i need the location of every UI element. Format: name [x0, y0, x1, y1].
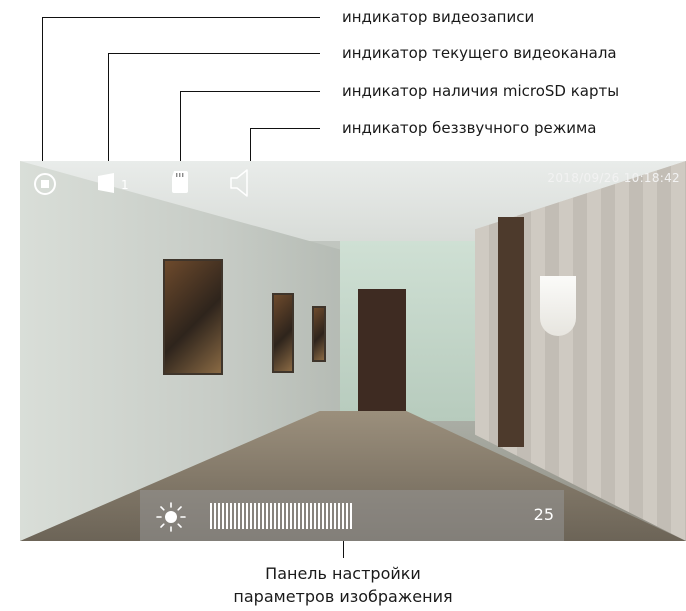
- annotation-channel: индикатор текущего видеоканала: [342, 44, 617, 62]
- level-tick: [310, 503, 312, 529]
- panel-caption-line1: Панель настройки: [265, 564, 421, 583]
- brightness-value: 25: [533, 505, 554, 524]
- status-overlay: 1 2018/09/26 10:18:42 25: [20, 161, 686, 541]
- video-screen: 1 2018/09/26 10:18:42 25: [20, 161, 686, 541]
- level-tick: [262, 503, 264, 529]
- level-tick: [222, 503, 224, 529]
- level-tick: [342, 503, 344, 529]
- level-tick: [254, 503, 256, 529]
- mute-speaker-icon: [230, 169, 248, 197]
- level-tick: [306, 503, 308, 529]
- leader-line-channel-v: [108, 53, 109, 174]
- datetime-stamp: 2018/09/26 10:18:42: [547, 171, 680, 185]
- brightness-sun-icon: [156, 502, 186, 532]
- annotation-sd: индикатор наличия microSD карты: [342, 82, 620, 100]
- image-settings-panel[interactable]: 25: [140, 490, 564, 541]
- annotation-recording: индикатор видеозаписи: [342, 8, 535, 26]
- level-tick: [210, 503, 212, 529]
- leader-line-rec-v: [42, 17, 43, 174]
- level-tick: [330, 503, 332, 529]
- leader-line-panel: [343, 541, 344, 558]
- level-tick: [246, 503, 248, 529]
- door-channel-icon: [98, 173, 114, 193]
- level-tick: [286, 503, 288, 529]
- level-tick: [302, 503, 304, 529]
- level-tick: [274, 503, 276, 529]
- microsd-card-icon: [172, 171, 188, 193]
- leader-line-sd-h: [180, 91, 320, 92]
- level-tick: [214, 503, 216, 529]
- level-tick: [238, 503, 240, 529]
- level-tick: [326, 503, 328, 529]
- channel-number: 1: [121, 178, 129, 192]
- level-tick: [250, 503, 252, 529]
- level-tick: [346, 503, 348, 529]
- annotation-mute: индикатор беззвучного режима: [342, 119, 597, 137]
- level-tick: [230, 503, 232, 529]
- level-tick: [266, 503, 268, 529]
- level-tick: [226, 503, 228, 529]
- level-tick: [242, 503, 244, 529]
- leader-line-channel-h: [108, 53, 320, 54]
- leader-line-mute-h: [250, 128, 320, 129]
- level-tick: [278, 503, 280, 529]
- level-tick: [298, 503, 300, 529]
- level-tick: [282, 503, 284, 529]
- level-tick: [322, 503, 324, 529]
- level-tick: [338, 503, 340, 529]
- level-tick: [270, 503, 272, 529]
- record-stop-square-icon: [41, 180, 49, 188]
- brightness-level-bar[interactable]: [210, 503, 352, 529]
- level-tick: [234, 503, 236, 529]
- level-tick: [218, 503, 220, 529]
- level-tick: [318, 503, 320, 529]
- leader-line-rec-h: [42, 17, 320, 18]
- level-tick: [350, 503, 352, 529]
- level-tick: [334, 503, 336, 529]
- panel-caption-line2: параметров изображения: [233, 587, 453, 606]
- level-tick: [258, 503, 260, 529]
- level-tick: [314, 503, 316, 529]
- record-indicator-icon: [34, 173, 56, 195]
- level-tick: [294, 503, 296, 529]
- level-tick: [290, 503, 292, 529]
